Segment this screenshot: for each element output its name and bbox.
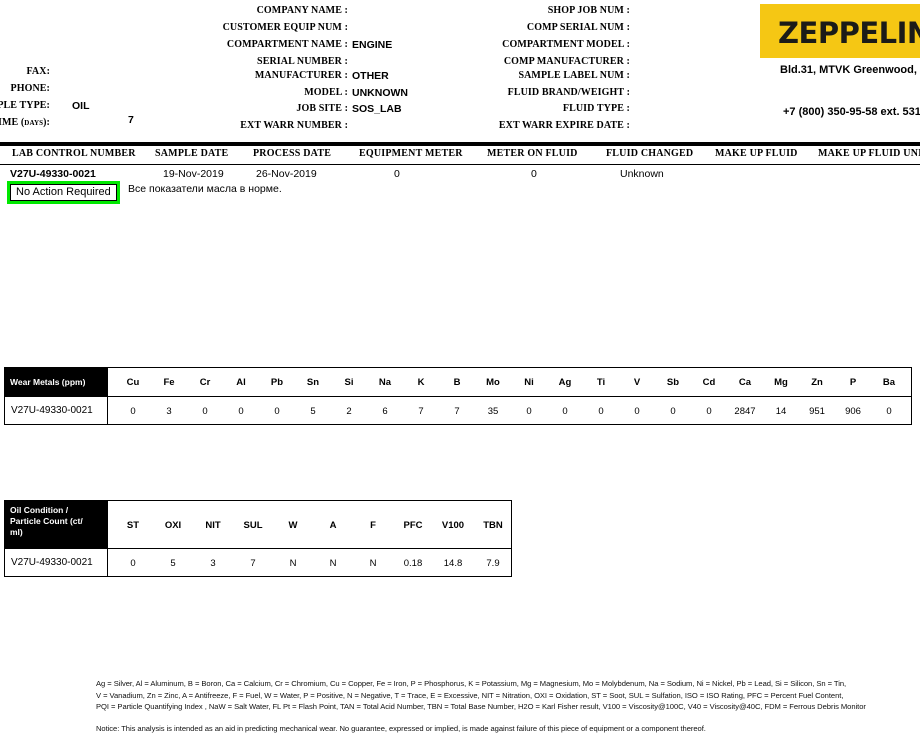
oil-condition-corner-line1: Oil Condition / <box>10 505 69 515</box>
job-site-label: JOB SITE : <box>296 103 348 114</box>
shop-job-num-label: SHOP JOB NUM : <box>547 5 630 16</box>
oil-col-tbn: TBN <box>483 520 503 531</box>
report-header: FAX: PHONE: SAMPLE TYPE: OIL SAMPLE SHIP… <box>0 0 920 135</box>
ext-warr-number-label: EXT WARR NUMBER : <box>240 120 348 131</box>
job-site-value: SOS_LAB <box>352 103 402 115</box>
manufacturer-label: MANUFACTURER : <box>254 70 348 81</box>
column-header-meter-on-fluid: METER ON FLUID <box>487 148 578 159</box>
cell-process-date: 26-Nov-2019 <box>256 168 317 180</box>
column-header-sample-date: SAMPLE DATE <box>155 148 229 159</box>
wear-metals-data-row: V27U-49330-0021 0 3 0 0 0 5 2 6 7 7 35 0… <box>5 396 911 424</box>
analysis-comment: Все показатели масла в норме. <box>128 183 282 195</box>
fluid-type-label: FLUID TYPE : <box>562 103 630 114</box>
fluid-brand-weight-label: FLUID BRAND/WEIGHT : <box>507 87 630 98</box>
customer-equip-num-label: CUSTOMER EQUIP NUM : <box>222 22 348 33</box>
cell-lab-control-number: V27U-49330-0021 <box>10 168 96 180</box>
sample-summary-table: LAB CONTROL NUMBER SAMPLE DATE PROCESS D… <box>0 142 920 185</box>
sample-table-header-row: LAB CONTROL NUMBER SAMPLE DATE PROCESS D… <box>0 146 920 165</box>
status-badge-label: No Action Required <box>10 184 117 201</box>
legend-line-1: Ag = Silver, Al = Aluminum, B = Boron, C… <box>96 679 847 688</box>
company-address: Bld.31, MTVK Greenwood, 69 <box>780 64 920 76</box>
sample-type-label: SAMPLE TYPE: <box>0 100 50 111</box>
manufacturer-value: OTHER <box>352 70 389 82</box>
sample-label-num-label: SAMPLE LABEL NUM : <box>518 70 630 81</box>
status-badge: No Action Required <box>7 181 120 204</box>
legend-line-3: PQI = Particle Quantifying Index , NaW =… <box>96 702 866 711</box>
action-status-row: No Action Required Все показатели масла … <box>0 181 920 207</box>
wear-metals-table: Wear Metals (ppm) Cu Fe Cr Al Pb Sn Si N… <box>4 367 912 425</box>
zeppelin-logo-text: ZEPPELIN <box>778 16 920 50</box>
phone-label: PHONE: <box>10 83 50 94</box>
compartment-model-label: COMPARTMENT MODEL : <box>502 39 630 50</box>
sample-type-value: OIL <box>72 100 90 112</box>
company-name-label: COMPANY NAME : <box>256 5 348 16</box>
oil-val-tbn: 7.9 <box>486 558 500 569</box>
model-label: MODEL : <box>304 87 348 98</box>
oil-condition-corner-line2: Particle Count (ct/ <box>10 516 83 526</box>
notice-text: Notice: This analysis is intended as an … <box>96 723 706 733</box>
column-header-equipment-meter: EQUIPMENT METER <box>359 148 463 159</box>
cell-equipment-meter: 0 <box>394 168 400 180</box>
fax-label: FAX: <box>26 66 50 77</box>
company-phone: +7 (800) 350-95-58 ext. 53181 <box>783 106 920 118</box>
legend-line-2: V = Vanadium, Zn = Zinc, A = Antifreeze,… <box>96 690 844 700</box>
cell-fluid-changed: Unknown <box>620 168 664 180</box>
wear-metals-corner-label: Wear Metals (ppm) <box>5 368 107 396</box>
wear-col-ba: Ba <box>882 377 896 388</box>
compartment-name-value: ENGINE <box>352 39 393 51</box>
report-footer: Ag = Silver, Al = Aluminum, B = Boron, C… <box>96 678 920 734</box>
oil-condition-header-row: Oil Condition / Particle Count (ct/ ml) … <box>5 501 511 548</box>
cell-sample-date: 19-Nov-2019 <box>163 168 224 180</box>
comp-serial-num-label: COMP SERIAL NUM : <box>526 22 630 33</box>
sample-ship-time-label: SAMPLE SHIP TIME (days): <box>0 117 50 128</box>
oil-condition-corner-line3: ml) <box>10 527 23 537</box>
column-header-make-up-fluid: MAKE UP FLUID <box>715 148 798 159</box>
oil-condition-row-label: V27U-49330-0021 <box>11 557 93 568</box>
wear-metals-row-label: V27U-49330-0021 <box>11 405 93 416</box>
column-header-fluid-changed: FLUID CHANGED <box>606 148 694 159</box>
oil-condition-column-headers: ST OXI NIT SUL W A F PFC V100 TBN <box>107 501 511 548</box>
oil-condition-data-row: V27U-49330-0021 0 5 3 7 N N N 0.18 14.8 … <box>5 548 511 576</box>
oil-condition-table: Oil Condition / Particle Count (ct/ ml) … <box>4 500 512 577</box>
column-header-process-date: PROCESS DATE <box>253 148 332 159</box>
column-header-make-up-fluid-units: MAKE UP FLUID UNITS <box>818 148 920 159</box>
ext-warr-expire-date-label: EXT WARR EXPIRE DATE : <box>498 120 630 131</box>
oil-condition-corner-label: Oil Condition / Particle Count (ct/ ml) <box>5 501 107 548</box>
column-header-lab-control-number: LAB CONTROL NUMBER <box>12 148 136 159</box>
wear-metals-header-row: Wear Metals (ppm) Cu Fe Cr Al Pb Sn Si N… <box>5 368 911 396</box>
wear-metals-column-headers: Cu Fe Cr Al Pb Sn Si Na K B Mo Ni Ag Ti … <box>107 368 911 396</box>
cell-meter-on-fluid: 0 <box>531 168 537 180</box>
zeppelin-logo: ZEPPELIN <box>760 4 920 58</box>
compartment-name-label: COMPARTMENT NAME : <box>226 39 348 50</box>
wear-val-ba: 0 <box>886 406 892 417</box>
